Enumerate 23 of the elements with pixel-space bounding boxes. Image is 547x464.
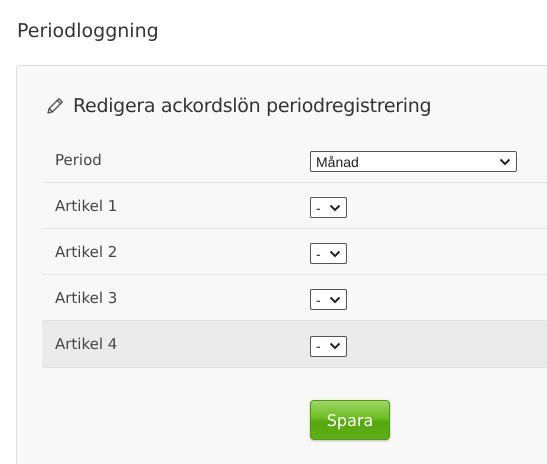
page-title: Periodloggning xyxy=(16,19,160,44)
field-label: Artikel 1 xyxy=(55,196,118,214)
dropdown-value: - xyxy=(316,292,321,308)
dropdown[interactable]: - xyxy=(310,289,347,310)
chevron-icon xyxy=(329,296,341,304)
field-label: Artikel 2 xyxy=(55,242,118,260)
field-label: Artikel 4 xyxy=(55,335,118,353)
dropdown[interactable]: - xyxy=(310,336,347,356)
panel-heading: Redigera ackordslön periodregistrering xyxy=(73,95,432,117)
chevron-icon xyxy=(499,158,511,166)
dropdown-value: - xyxy=(316,338,321,354)
dropdown[interactable]: - xyxy=(310,243,347,264)
chevron-icon xyxy=(329,342,341,350)
field-label: Artikel 3 xyxy=(55,288,118,306)
pencil-icon xyxy=(45,96,65,116)
dropdown-value: - xyxy=(316,200,321,216)
dropdown[interactable]: Månad xyxy=(310,151,517,172)
field-label: Period xyxy=(55,150,103,168)
dropdown-value: Månad xyxy=(316,154,359,170)
chevron-icon xyxy=(329,250,341,258)
dropdown-value: - xyxy=(316,246,321,262)
dropdown[interactable]: - xyxy=(310,197,347,218)
chevron-icon xyxy=(329,204,341,212)
